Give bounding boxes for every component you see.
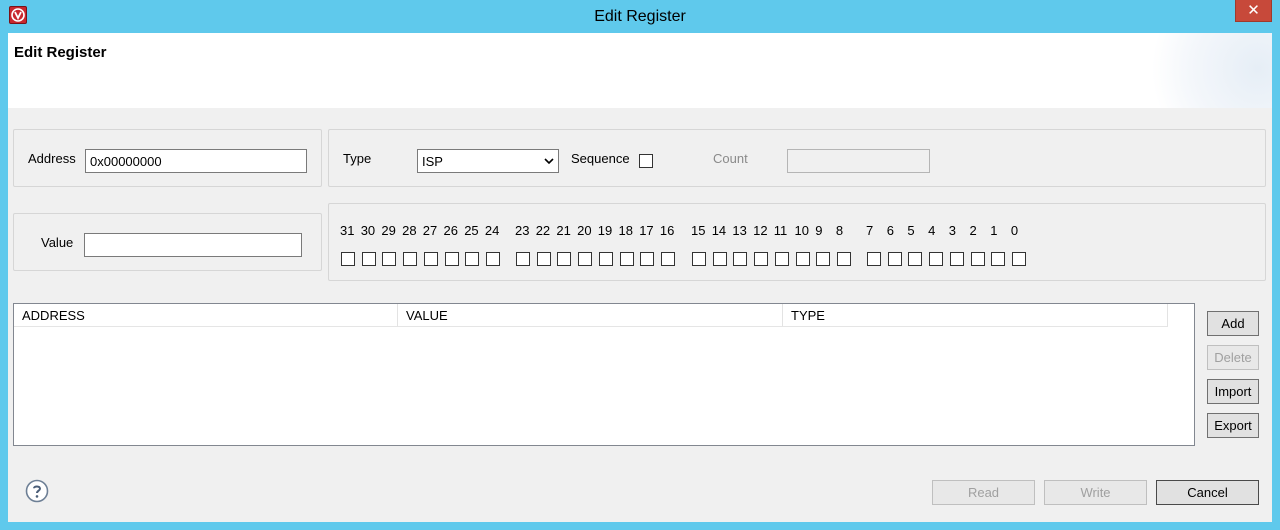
import-button[interactable]: Import xyxy=(1207,379,1259,404)
count-label: Count xyxy=(713,151,748,166)
bit-number-8: 8 xyxy=(835,223,844,238)
bit-checkbox-17[interactable] xyxy=(640,252,655,266)
chevron-down-icon xyxy=(543,155,555,170)
window-title: Edit Register xyxy=(594,8,686,25)
header-decoration xyxy=(1132,33,1272,108)
bit-checkbox-8[interactable] xyxy=(836,252,851,266)
bit-checkbox-15[interactable] xyxy=(692,252,706,266)
bit-checkbox-3[interactable] xyxy=(949,252,964,266)
bit-number-17: 17 xyxy=(639,223,654,238)
type-label: Type xyxy=(343,151,372,166)
bits-group xyxy=(328,203,1266,281)
bit-checkbox-6[interactable] xyxy=(887,252,902,266)
write-button[interactable]: Write xyxy=(1044,480,1147,505)
bit-checkbox-18[interactable] xyxy=(619,252,634,266)
type-select-value: ISP xyxy=(422,154,443,169)
bit-checkbox-0[interactable] xyxy=(1011,252,1026,266)
read-button[interactable]: Read xyxy=(932,480,1035,505)
bit-checkbox-28[interactable] xyxy=(403,252,418,266)
bit-checkbox-12[interactable] xyxy=(754,252,769,266)
add-button[interactable]: Add xyxy=(1207,311,1259,336)
bit-number-4: 4 xyxy=(928,223,936,238)
address-label: Address xyxy=(28,151,76,166)
sequence-label: Sequence xyxy=(571,151,630,166)
bit-checkbox-23[interactable] xyxy=(516,252,530,266)
bit-checkbox-31[interactable] xyxy=(341,252,355,266)
cancel-button[interactable]: Cancel xyxy=(1156,480,1259,505)
bit-checkbox-21[interactable] xyxy=(557,252,572,266)
bit-number-24: 24 xyxy=(484,223,500,238)
delete-button[interactable]: Delete xyxy=(1207,345,1259,370)
bit-number-5: 5 xyxy=(907,223,915,238)
bit-checkbox-1[interactable] xyxy=(991,252,1006,266)
bit-checkbox-19[interactable] xyxy=(598,252,613,266)
window: Edit Register ✕ Edit Register Address Ty… xyxy=(0,0,1280,530)
bit-number-7: 7 xyxy=(866,223,874,238)
dialog-body: Edit Register Address Type ISP Sequence … xyxy=(8,33,1272,522)
page-title: Edit Register xyxy=(14,44,107,61)
bit-number-14: 14 xyxy=(711,223,727,238)
bit-checkbox-29[interactable] xyxy=(382,252,397,266)
bit-checkbox-22[interactable] xyxy=(536,252,551,266)
bit-checkbox-4[interactable] xyxy=(929,252,944,266)
bit-number-10: 10 xyxy=(794,223,809,238)
column-header-address[interactable]: ADDRESS xyxy=(14,304,398,327)
bit-number-13: 13 xyxy=(732,223,747,238)
bit-checkbox-2[interactable] xyxy=(970,252,985,266)
bit-checkbox-26[interactable] xyxy=(444,252,459,266)
dialog-header: Edit Register xyxy=(8,33,1272,108)
bit-number-27: 27 xyxy=(422,223,438,238)
bit-number-28: 28 xyxy=(402,223,417,238)
bit-number-15: 15 xyxy=(691,223,706,238)
bit-checkbox-14[interactable] xyxy=(712,252,727,266)
help-icon[interactable] xyxy=(25,479,49,503)
value-label: Value xyxy=(41,235,74,250)
bit-checkbox-16[interactable] xyxy=(660,252,675,266)
bit-number-29: 29 xyxy=(381,223,396,238)
bit-number-21: 21 xyxy=(556,223,571,238)
bit-number-12: 12 xyxy=(753,223,768,238)
count-input[interactable] xyxy=(787,149,930,173)
bit-number-25: 25 xyxy=(464,223,479,238)
sequence-checkbox[interactable] xyxy=(639,154,653,168)
address-input[interactable] xyxy=(85,149,307,173)
bit-checkbox-7[interactable] xyxy=(867,252,881,266)
bit-checkbox-30[interactable] xyxy=(361,252,376,266)
bit-checkbox-5[interactable] xyxy=(908,252,923,266)
bit-checkbox-20[interactable] xyxy=(578,252,593,266)
bit-number-30: 30 xyxy=(360,223,376,238)
value-input[interactable] xyxy=(84,233,302,257)
bit-checkbox-25[interactable] xyxy=(465,252,480,266)
bit-number-23: 23 xyxy=(515,223,530,238)
bit-checkbox-24[interactable] xyxy=(485,252,500,266)
bit-number-0: 0 xyxy=(1010,223,1019,238)
bit-number-2: 2 xyxy=(969,223,977,238)
export-button[interactable]: Export xyxy=(1207,413,1259,438)
close-button[interactable]: ✕ xyxy=(1235,0,1272,22)
bit-number-22: 22 xyxy=(535,223,551,238)
bit-number-16: 16 xyxy=(659,223,675,238)
column-header-type[interactable]: TYPE xyxy=(783,304,1168,327)
bit-checkbox-13[interactable] xyxy=(733,252,748,266)
bit-checkbox-27[interactable] xyxy=(423,252,438,266)
type-select[interactable]: ISP xyxy=(417,149,559,173)
bit-checkbox-10[interactable] xyxy=(795,252,810,266)
bit-number-11: 11 xyxy=(773,223,788,238)
bit-number-31: 31 xyxy=(340,223,355,238)
bit-number-20: 20 xyxy=(577,223,592,238)
bit-checkbox-11[interactable] xyxy=(774,252,789,266)
bit-checkbox-9[interactable] xyxy=(816,252,831,266)
register-table[interactable]: ADDRESS VALUE TYPE xyxy=(13,303,1195,446)
bit-number-26: 26 xyxy=(443,223,458,238)
bit-number-9: 9 xyxy=(815,223,823,238)
bit-number-3: 3 xyxy=(948,223,957,238)
bit-number-18: 18 xyxy=(618,223,633,238)
bit-number-19: 19 xyxy=(597,223,613,238)
bit-number-6: 6 xyxy=(886,223,894,238)
bit-number-1: 1 xyxy=(990,223,998,238)
title-bar[interactable]: Edit Register ✕ xyxy=(0,0,1280,33)
column-header-value[interactable]: VALUE xyxy=(398,304,783,327)
